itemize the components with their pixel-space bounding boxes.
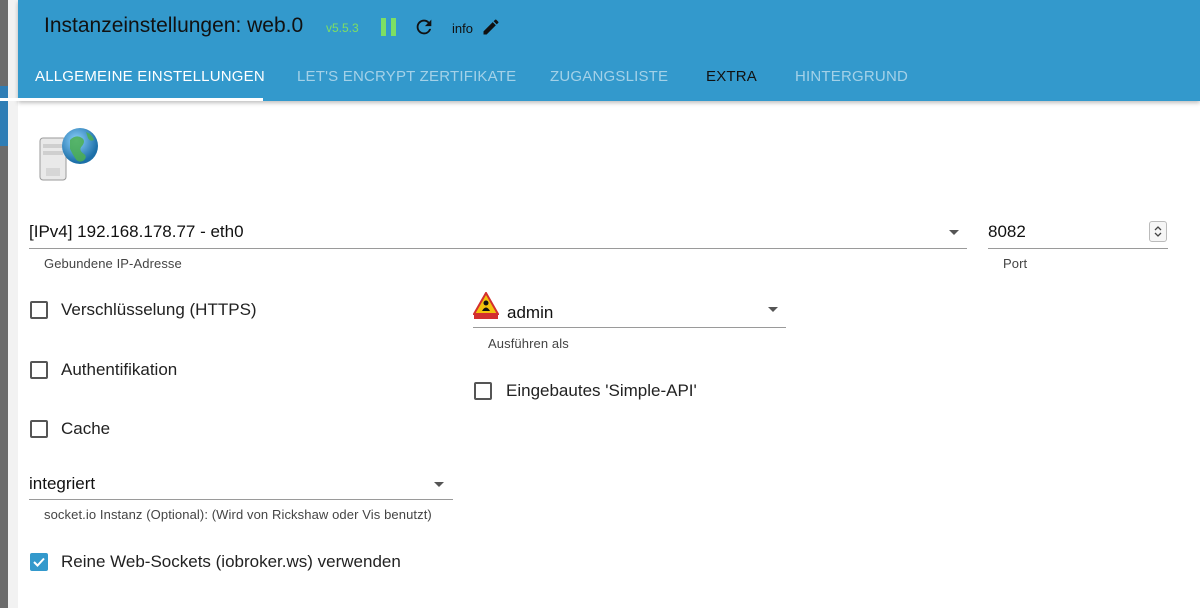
port-underline [988, 248, 1168, 249]
authentication-label: Authentifikation [61, 360, 178, 379]
port-stepper-icon[interactable] [1149, 221, 1167, 242]
adapter-logo-icon [38, 124, 100, 182]
chevron-down-icon[interactable] [434, 482, 444, 487]
pure-websockets-label: Reine Web-Sockets (iobroker.ws) verwende… [61, 552, 401, 571]
pause-icon[interactable] [381, 18, 397, 36]
pure-websockets-checkbox[interactable] [30, 553, 48, 571]
cache-label: Cache [61, 419, 111, 438]
tab-lets-encrypt[interactable]: LET'S ENCRYPT ZERTIFIKATE [297, 54, 516, 101]
simple-api-checkbox[interactable] [474, 382, 492, 400]
chevron-down-icon[interactable] [949, 230, 959, 235]
socketio-underline [29, 499, 453, 500]
left-gutter [8, 0, 18, 608]
run-as-select[interactable]: admin [507, 303, 553, 323]
tab-access-list[interactable]: ZUGANGSLISTE [550, 54, 668, 101]
cache-checkbox[interactable] [30, 420, 48, 438]
port-helper: Port [1003, 256, 1028, 271]
title-bar: Instanzeinstellungen: web.0 v5.5.3 info [18, 0, 1200, 54]
https-checkbox[interactable] [30, 301, 48, 319]
port-input[interactable]: 8082 [988, 222, 1026, 242]
ip-select-underline [29, 248, 967, 249]
tab-background[interactable]: HINTERGRUND [795, 54, 908, 101]
simple-api-label: Eingebautes 'Simple-API' [506, 381, 697, 400]
socketio-instance-select[interactable]: integriert [29, 474, 95, 494]
socketio-helper: socket.io Instanz (Optional): (Wird von … [44, 507, 432, 522]
left-scrollbar-thumb[interactable] [0, 86, 8, 146]
warning-user-icon [472, 290, 500, 320]
chevron-down-icon[interactable] [768, 307, 778, 312]
https-label: Verschlüsselung (HTTPS) [61, 300, 257, 319]
reload-icon[interactable] [413, 16, 435, 38]
page-title: Instanzeinstellungen: web.0 [44, 14, 304, 37]
ip-address-select[interactable]: [IPv4] 192.168.178.77 - eth0 [29, 222, 244, 242]
run-as-underline [473, 327, 786, 328]
info-link[interactable]: info [452, 21, 473, 36]
tab-bar: ALLGEMEINE EINSTELLUNGEN LET'S ENCRYPT Z… [18, 54, 1200, 101]
ip-address-helper: Gebundene IP-Adresse [44, 256, 182, 271]
run-as-helper: Ausführen als [488, 336, 569, 351]
tab-indicator [0, 98, 263, 101]
tab-extra[interactable]: EXTRA [706, 54, 757, 101]
app-bar: Instanzeinstellungen: web.0 v5.5.3 info … [18, 0, 1200, 101]
authentication-checkbox[interactable] [30, 361, 48, 379]
left-scrollbar[interactable] [0, 0, 8, 608]
tab-general-settings[interactable]: ALLGEMEINE EINSTELLUNGEN [35, 54, 265, 101]
edit-icon[interactable] [481, 17, 501, 37]
version-label: v5.5.3 [326, 21, 359, 35]
